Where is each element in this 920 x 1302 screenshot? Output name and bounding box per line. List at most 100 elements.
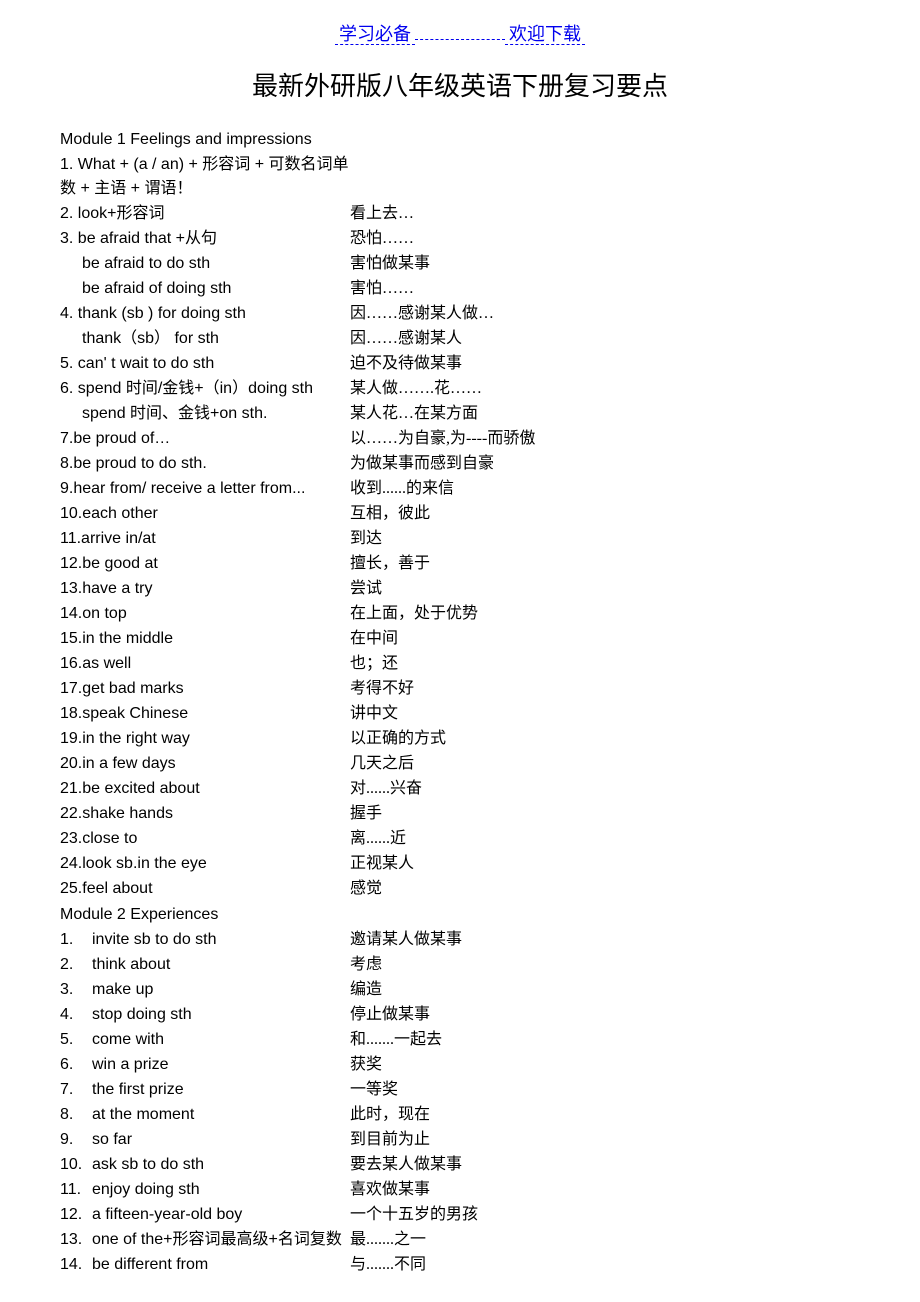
item-left: 15.in the middle (60, 627, 350, 651)
item-right: 几天之后 (350, 752, 414, 776)
item-number: 7. (60, 1078, 92, 1102)
list-item: 25.feel about感觉 (60, 877, 860, 901)
list-item: 11.enjoy doing sth喜欢做某事 (60, 1178, 860, 1202)
item-left: 8.be proud to do sth. (60, 452, 350, 476)
list-item: spend 时间、金钱+on sth.某人花…在某方面 (60, 402, 860, 426)
item-number: 1. (60, 928, 92, 952)
item-left: 14.be different from (60, 1253, 350, 1277)
item-number: 2. (60, 953, 92, 977)
item-left: 5.come with (60, 1028, 350, 1052)
item-left: 10.each other (60, 502, 350, 526)
list-item: thank（sb） for sth因……感谢某人 (60, 327, 860, 351)
item-left: 20.in a few days (60, 752, 350, 776)
list-item: be afraid of doing sth害怕…… (60, 277, 860, 301)
list-item: 7.the first prize一等奖 (60, 1078, 860, 1102)
list-item: 20.in a few days几天之后 (60, 752, 860, 776)
link-download[interactable]: 欢迎下载 (505, 24, 585, 45)
item-left: 7.be proud of… (60, 427, 350, 451)
item-text: think about (92, 953, 170, 977)
item-left: 8.at the moment (60, 1103, 350, 1127)
item-left: 22.shake hands (60, 802, 350, 826)
item-right: 编造 (350, 978, 382, 1002)
module1-header: Module 1 Feelings and impressions (60, 128, 860, 152)
item-right: 感觉 (350, 877, 382, 901)
item-left: 14.on top (60, 602, 350, 626)
item-number: 4. (60, 1003, 92, 1027)
item-left: 13.have a try (60, 577, 350, 601)
list-item: 9.so far到目前为止 (60, 1128, 860, 1152)
item-number: 12. (60, 1203, 92, 1227)
item-number: 3. (60, 978, 92, 1002)
list-item: 10.ask sb to do sth要去某人做某事 (60, 1153, 860, 1177)
list-item: 13.one of the+形容词最高级+名词复数最.......之一 (60, 1228, 860, 1252)
item-number: 11. (60, 1178, 92, 1202)
item-left: 9.so far (60, 1128, 350, 1152)
item-right: 害怕…… (350, 277, 414, 301)
item-left: 13.one of the+形容词最高级+名词复数 (60, 1228, 350, 1252)
list-item: 6. spend 时间/金钱+（in）doing sth某人做…….花…… (60, 377, 860, 401)
item-text: invite sb to do sth (92, 928, 217, 952)
item-right: 最.......之一 (350, 1228, 426, 1252)
item-left: 6. spend 时间/金钱+（in）doing sth (60, 377, 350, 401)
item-text: one of the+形容词最高级+名词复数 (92, 1228, 342, 1252)
item-right: 迫不及待做某事 (350, 352, 462, 376)
item-number: 14. (60, 1253, 92, 1277)
item-text: make up (92, 978, 153, 1002)
item-right: 喜欢做某事 (350, 1178, 430, 1202)
item-left: 5. can' t wait to do sth (60, 352, 350, 376)
item-right: 一个十五岁的男孩 (350, 1203, 478, 1227)
list-item: 10.each other互相，彼此 (60, 502, 860, 526)
item-left: 17.get bad marks (60, 677, 350, 701)
item-right: 停止做某事 (350, 1003, 430, 1027)
item-right: 要去某人做某事 (350, 1153, 462, 1177)
link-spacer (415, 39, 505, 40)
item-number: 10. (60, 1153, 92, 1177)
item-right: 某人做…….花…… (350, 377, 482, 401)
item-left: 2.think about (60, 953, 350, 977)
list-item: 17.get bad marks考得不好 (60, 677, 860, 701)
list-item: 15.in the middle 在中间 (60, 627, 860, 651)
list-item: 16.as well也；还 (60, 652, 860, 676)
item-right: 一等奖 (350, 1078, 398, 1102)
list-item: 3.make up 编造 (60, 978, 860, 1002)
item-right: 害怕做某事 (350, 252, 430, 276)
list-item: 21.be excited about对......兴奋 (60, 777, 860, 801)
list-item: 3. be afraid that +从句恐怕…… (60, 227, 860, 251)
list-item: 22.shake hands握手 (60, 802, 860, 826)
item-left: spend 时间、金钱+on sth. (60, 402, 350, 426)
item-left: 4.stop doing sth (60, 1003, 350, 1027)
item-text: stop doing sth (92, 1003, 192, 1027)
item-right: 到达 (350, 527, 382, 551)
item-left: 19.in the right way (60, 727, 350, 751)
list-item: 12.be good at擅长，善于 (60, 552, 860, 576)
link-study[interactable]: 学习必备 (335, 24, 415, 45)
list-item: 9.hear from/ receive a letter from...收到.… (60, 477, 860, 501)
module2-header: Module 2 Experiences (60, 903, 860, 927)
item-left: 11.enjoy doing sth (60, 1178, 350, 1202)
item-left: 23.close to (60, 827, 350, 851)
list-item: 5.come with和.......一起去 (60, 1028, 860, 1052)
item-left: be afraid to do sth (60, 252, 350, 276)
item-right: 离......近 (350, 827, 406, 851)
item-left: 1. What + (a / an) + 形容词 + 可数名词单数 + 主语 +… (60, 153, 350, 201)
item-right: 邀请某人做某事 (350, 928, 462, 952)
item-right: 到目前为止 (350, 1128, 430, 1152)
list-item: 12.a fifteen-year-old boy一个十五岁的男孩 (60, 1203, 860, 1227)
list-item: 7.be proud of…以……为自豪,为----而骄傲 (60, 427, 860, 451)
item-right: 此时，现在 (350, 1103, 430, 1127)
item-left: 25.feel about (60, 877, 350, 901)
item-right: 因……感谢某人做… (350, 302, 494, 326)
item-left: be afraid of doing sth (60, 277, 350, 301)
list-item: 8.be proud to do sth.为做某事而感到自豪 (60, 452, 860, 476)
header-links: 学习必备 欢迎下载 (60, 20, 860, 46)
item-left: 24.look sb.in the eye (60, 852, 350, 876)
content: Module 1 Feelings and impressions 1. Wha… (60, 128, 860, 1277)
item-right: 看上去… (350, 202, 414, 226)
list-item: 2. look+形容词看上去… (60, 202, 860, 226)
item-right: 与.......不同 (350, 1253, 426, 1277)
item-left: 12.a fifteen-year-old boy (60, 1203, 350, 1227)
item-right: 获奖 (350, 1053, 382, 1077)
list-item: 14.on top在上面，处于优势 (60, 602, 860, 626)
item-right: 因……感谢某人 (350, 327, 462, 351)
list-item: be afraid to do sth害怕做某事 (60, 252, 860, 276)
